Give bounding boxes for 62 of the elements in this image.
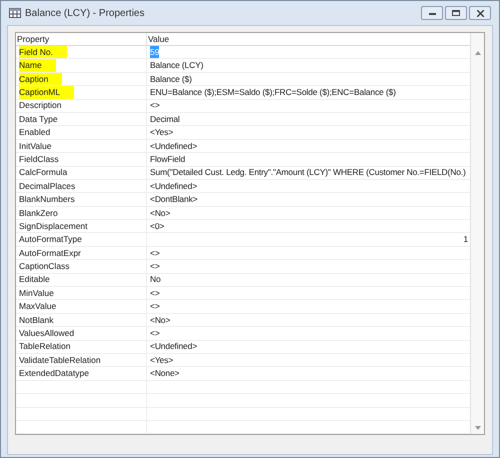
property-name: SignDisplacement bbox=[19, 220, 88, 232]
property-value[interactable]: No bbox=[150, 274, 161, 286]
scroll-up-icon[interactable] bbox=[474, 51, 480, 55]
scrollbar[interactable] bbox=[470, 33, 484, 434]
close-button[interactable] bbox=[469, 6, 491, 20]
property-value[interactable]: <None> bbox=[150, 367, 180, 380]
window-title: Balance (LCY) - Properties bbox=[25, 6, 144, 20]
property-value[interactable]: <Undefined> bbox=[150, 140, 198, 152]
property-name: NotBlank bbox=[19, 314, 54, 326]
property-name: Caption bbox=[19, 72, 62, 86]
property-name: CaptionML bbox=[19, 86, 74, 99]
property-name: Name bbox=[19, 59, 56, 72]
property-name: MaxValue bbox=[19, 300, 56, 313]
property-value[interactable]: Balance ($) bbox=[150, 72, 192, 86]
property-value[interactable]: <> bbox=[150, 300, 160, 313]
property-name: Data Type bbox=[19, 112, 58, 126]
property-name: Field No. bbox=[19, 46, 68, 58]
maximize-button[interactable] bbox=[445, 6, 467, 20]
close-icon bbox=[476, 10, 484, 16]
scroll-down-icon[interactable] bbox=[474, 426, 480, 430]
property-name: CalcFormula bbox=[19, 166, 68, 179]
property-value[interactable]: <> bbox=[150, 100, 160, 112]
property-name: DecimalPlaces bbox=[19, 180, 76, 192]
minimize-icon bbox=[428, 12, 436, 14]
property-value[interactable]: <DontBlank> bbox=[150, 193, 198, 206]
property-value[interactable]: Sum("Detailed Cust. Ledg. Entry"."Amount (LCY)" WHERE (Customer No.=FIELD(No.) bbox=[150, 166, 466, 179]
property-name: AutoFormatExpr bbox=[19, 246, 81, 260]
property-value[interactable]: <> bbox=[150, 287, 160, 300]
property-value[interactable]: FlowField bbox=[150, 153, 186, 166]
property-name: InitValue bbox=[19, 140, 52, 152]
property-value[interactable]: Balance (LCY) bbox=[150, 59, 204, 72]
property-value[interactable]: <> bbox=[150, 327, 160, 340]
property-value[interactable]: <Yes> bbox=[150, 126, 174, 139]
property-name: Editable bbox=[19, 274, 50, 286]
property-value[interactable]: <> bbox=[150, 260, 160, 273]
maximize-icon bbox=[452, 10, 460, 16]
property-name: TableRelation bbox=[19, 340, 71, 353]
property-name: Enabled bbox=[19, 126, 50, 139]
property-value[interactable]: <Undefined> bbox=[150, 180, 198, 192]
property-name: ValuesAllowed bbox=[19, 327, 74, 340]
column-header[interactable]: Value bbox=[147, 33, 470, 45]
property-name: MinValue bbox=[19, 287, 54, 300]
property-name: CaptionClass bbox=[19, 260, 70, 273]
property-value[interactable]: 1 bbox=[463, 233, 468, 246]
property-name: AutoFormatType bbox=[19, 233, 82, 246]
property-value[interactable]: <No> bbox=[150, 206, 170, 220]
property-name: FieldClass bbox=[19, 153, 59, 166]
property-name: Description bbox=[19, 100, 62, 112]
property-name: ValidateTableRelation bbox=[19, 354, 101, 366]
property-value[interactable]: <No> bbox=[150, 314, 170, 326]
property-name: ExtendedDatatype bbox=[19, 367, 89, 380]
property-name: BlankNumbers bbox=[19, 193, 75, 206]
property-value[interactable]: <> bbox=[150, 246, 160, 260]
minimize-button[interactable] bbox=[421, 6, 443, 20]
table-icon bbox=[9, 8, 21, 18]
property-value[interactable]: <Yes> bbox=[150, 354, 174, 366]
property-value[interactable]: <0> bbox=[150, 220, 164, 232]
property-name: BlankZero bbox=[19, 206, 58, 220]
column-header[interactable]: Property bbox=[16, 33, 147, 45]
property-value[interactable]: Decimal bbox=[150, 112, 180, 126]
property-value[interactable]: ENU=Balance ($);ESM=Saldo ($);FRC=Solde ($);ENC=Balance ($) bbox=[150, 86, 396, 99]
property-value[interactable]: <Undefined> bbox=[150, 340, 198, 353]
